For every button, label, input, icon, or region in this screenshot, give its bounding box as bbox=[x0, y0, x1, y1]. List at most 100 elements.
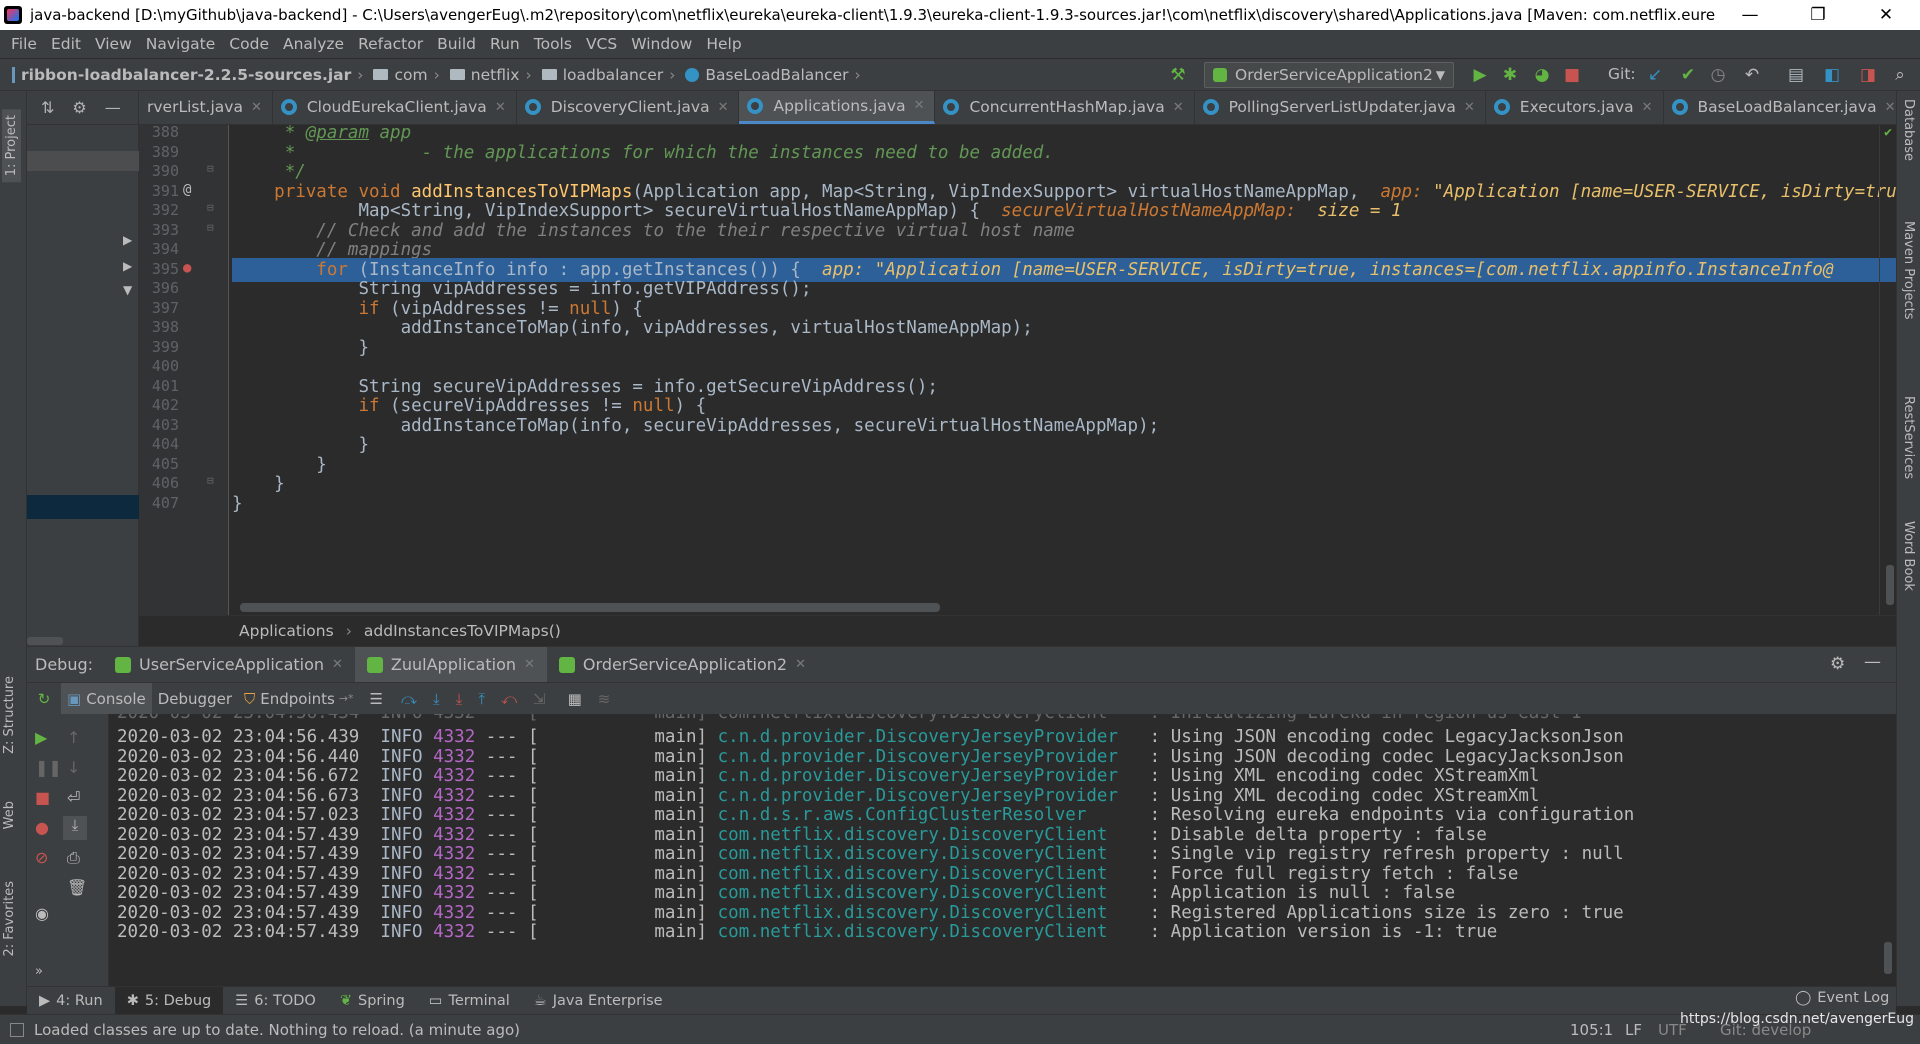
tree-collapse-icon[interactable]: ▼ bbox=[123, 283, 132, 297]
debugger-tab[interactable]: Debugger bbox=[152, 683, 238, 715]
close-tab-icon[interactable]: ✕ bbox=[524, 657, 535, 672]
stop-debug-icon[interactable]: ■ bbox=[35, 788, 50, 807]
step-out-icon[interactable]: ⤒ bbox=[478, 690, 485, 708]
nav-crumb-netflix[interactable]: netflix › bbox=[446, 66, 532, 84]
fold-icon[interactable]: ⊟ bbox=[207, 201, 214, 214]
close-tab-icon[interactable]: ✕ bbox=[495, 100, 506, 115]
console-output[interactable]: 2020-03-02 23:04:56.434 INFO 4332 --- [ … bbox=[109, 714, 1896, 986]
stop-icon[interactable]: ■ bbox=[1562, 65, 1582, 85]
editor-tab[interactable]: CloudEurekaClient.java ✕ bbox=[273, 91, 517, 124]
git-revert-icon[interactable]: ↶ bbox=[1742, 65, 1762, 85]
menu-refactor[interactable]: Refactor bbox=[351, 35, 430, 53]
console-vscroll[interactable] bbox=[1884, 942, 1892, 974]
editor-tab[interactable]: PollingServerListUpdater.java ✕ bbox=[1195, 91, 1486, 124]
scroll-to-end-icon[interactable]: ⤓ bbox=[63, 816, 87, 840]
step-into-icon[interactable]: ⤓ bbox=[433, 690, 440, 708]
soft-wrap-icon[interactable]: ⏎ bbox=[67, 788, 80, 807]
fold-icon[interactable]: ⊟ bbox=[207, 474, 214, 487]
editor-tab[interactable]: BaseLoadBalancer.java ✕ bbox=[1664, 91, 1897, 124]
fold-icon[interactable]: ⊟ bbox=[207, 162, 214, 175]
menu-view[interactable]: View bbox=[88, 35, 139, 53]
bottom-tab[interactable]: ❦ Spring bbox=[328, 987, 417, 1015]
bottom-tab[interactable]: ☰ 6: TODO bbox=[223, 987, 328, 1015]
editor-tab[interactable]: ConcurrentHashMap.java ✕ bbox=[935, 91, 1195, 124]
coverage-icon[interactable]: ◕ bbox=[1532, 65, 1552, 85]
close-tab-icon[interactable]: ✕ bbox=[251, 100, 262, 115]
clear-all-icon[interactable]: 🗑 bbox=[67, 878, 87, 897]
trace-icon[interactable]: ≋ bbox=[598, 690, 611, 708]
project-tree-selection[interactable] bbox=[27, 151, 139, 171]
menu-vcs[interactable]: VCS bbox=[579, 35, 624, 53]
close-tab-icon[interactable]: ✕ bbox=[1173, 100, 1184, 115]
endpoints-tab[interactable]: ⛉ Endpoints →* bbox=[238, 683, 360, 715]
close-tab-icon[interactable]: ✕ bbox=[914, 98, 925, 113]
breakpoint-icon[interactable]: ● bbox=[183, 260, 191, 276]
gear-icon[interactable]: ⚙ bbox=[72, 98, 86, 117]
web-tool-tab[interactable]: Web bbox=[2, 801, 17, 829]
close-button[interactable]: ✕ bbox=[1852, 0, 1920, 30]
hide-panel-icon[interactable]: — bbox=[105, 98, 121, 117]
bottom-tab[interactable]: ▭ Terminal bbox=[417, 987, 522, 1015]
collapse-all-icon[interactable]: ⇅ bbox=[41, 98, 54, 117]
force-step-into-icon[interactable]: ⤓ bbox=[456, 690, 463, 708]
tree-expand-icon[interactable]: ▶ bbox=[123, 233, 132, 247]
git-commit-icon[interactable]: ✔ bbox=[1678, 65, 1698, 85]
maven-projects-tool-tab[interactable]: Maven Projects bbox=[1901, 221, 1916, 320]
translate-icon[interactable]: ◧ bbox=[1822, 65, 1842, 85]
more-icon[interactable]: » bbox=[35, 964, 43, 979]
nav-crumb-jar[interactable]: ribbon-loadbalancer-2.2.5-sources.jar › bbox=[21, 66, 363, 84]
menu-run[interactable]: Run bbox=[483, 35, 527, 53]
search-icon[interactable]: ⌕ bbox=[1890, 65, 1910, 85]
inspection-ok-icon[interactable]: ✔ bbox=[1884, 125, 1892, 140]
menu-tools[interactable]: Tools bbox=[527, 35, 579, 53]
debug-hide-icon[interactable]: — bbox=[1864, 652, 1881, 672]
print-icon[interactable]: ⎙ bbox=[67, 848, 80, 868]
menu-build[interactable]: Build bbox=[430, 35, 483, 53]
breadcrumb-method[interactable]: addInstancesToVIPMaps() bbox=[364, 622, 561, 640]
line-separator[interactable]: LF bbox=[1625, 1021, 1642, 1039]
menu-help[interactable]: Help bbox=[699, 35, 748, 53]
scroll-down-icon[interactable]: ↓ bbox=[67, 758, 80, 777]
editor-tab[interactable]: Applications.java ✕ bbox=[739, 91, 936, 124]
fold-icon[interactable]: ⊟ bbox=[207, 221, 214, 234]
menu-window[interactable]: Window bbox=[624, 35, 699, 53]
editor-tab[interactable]: rverList.java ✕ bbox=[139, 91, 273, 124]
rerun-icon[interactable]: ↻ bbox=[27, 690, 61, 708]
bottom-tab[interactable]: ✱ 5: Debug bbox=[114, 986, 224, 1015]
bottom-tab[interactable]: ☕ Java Enterprise bbox=[522, 987, 675, 1015]
nav-crumb-com[interactable]: com › bbox=[369, 66, 440, 84]
project-structure-icon[interactable]: ▤ bbox=[1786, 65, 1806, 85]
override-annotation-icon[interactable]: @ bbox=[183, 182, 191, 198]
wordbook-tool-tab[interactable]: Word Book bbox=[1901, 521, 1916, 591]
favorites-tool-tab[interactable]: 2: Favorites bbox=[2, 881, 17, 957]
editor-vscroll[interactable] bbox=[1886, 565, 1894, 605]
restservices-tool-tab[interactable]: RestServices bbox=[1901, 396, 1916, 479]
close-tab-icon[interactable]: ✕ bbox=[1642, 100, 1653, 115]
view-breakpoints-icon[interactable]: ● bbox=[35, 818, 49, 837]
toggle-tool-windows-icon[interactable] bbox=[10, 1022, 24, 1037]
menu-code[interactable]: Code bbox=[222, 35, 276, 53]
close-tab-icon[interactable]: ✕ bbox=[718, 100, 729, 115]
caret-position[interactable]: 105:1 bbox=[1570, 1021, 1613, 1039]
nav-crumb-baseloadbalancer[interactable]: BaseLoadBalancer › bbox=[681, 66, 861, 84]
translate-alt-icon[interactable]: ◨ bbox=[1858, 65, 1878, 85]
structure-tool-tab[interactable]: Z: Structure bbox=[2, 676, 17, 754]
run-icon[interactable]: ▶ bbox=[1470, 65, 1490, 85]
editor-hscroll[interactable] bbox=[240, 603, 940, 612]
close-tab-icon[interactable]: ✕ bbox=[1464, 100, 1475, 115]
database-tool-tab[interactable]: Database bbox=[1901, 99, 1916, 161]
project-tree-active-row[interactable] bbox=[27, 495, 139, 519]
git-update-icon[interactable]: ↙ bbox=[1645, 65, 1665, 85]
code-editor[interactable]: 388 389 390 ⊟ 391 @392 ⊟ 393 ⊟ 394 395 ● 396 397 398 39… bbox=[139, 125, 1896, 615]
project-tool-tab[interactable]: 1: Project bbox=[2, 109, 21, 183]
code-area[interactable]: * @param app * - the applications for wh… bbox=[232, 125, 1896, 615]
debug-session-tab[interactable]: ZuulApplication ✕ bbox=[354, 646, 547, 683]
menu-edit[interactable]: Edit bbox=[44, 35, 88, 53]
scroll-up-icon[interactable]: ↑ bbox=[67, 728, 80, 747]
editor-tab[interactable]: DiscoveryClient.java ✕ bbox=[517, 91, 740, 124]
frames-list-icon[interactable]: ☰ bbox=[370, 690, 383, 708]
menu-analyze[interactable]: Analyze bbox=[276, 35, 351, 53]
breadcrumb-class[interactable]: Applications bbox=[239, 622, 334, 640]
close-tab-icon[interactable]: ✕ bbox=[1885, 100, 1896, 115]
editor-gutter[interactable]: 388 389 390 ⊟ 391 @392 ⊟ 393 ⊟ 394 395 ● 396 397 398 39… bbox=[139, 125, 229, 615]
